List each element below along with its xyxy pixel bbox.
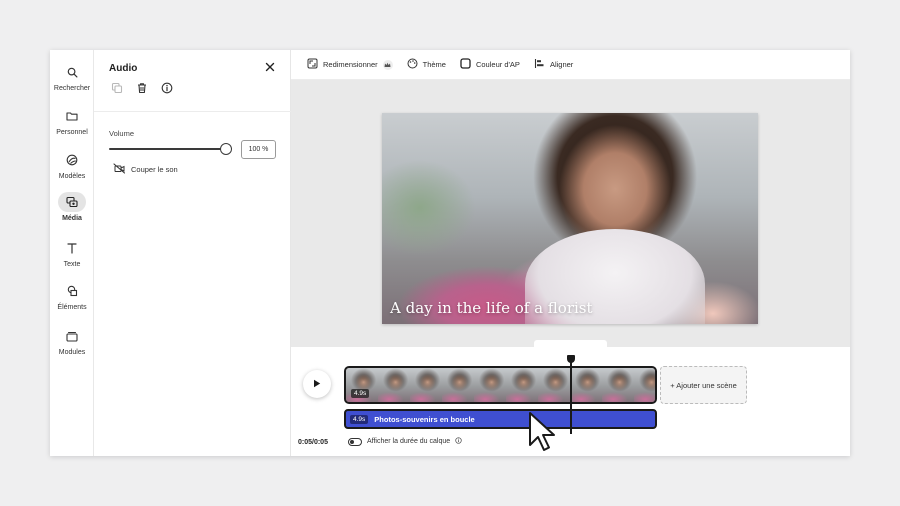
volume-slider-thumb[interactable] [220,143,232,155]
play-button[interactable] [303,370,331,398]
scene-photo[interactable]: A day in the life of a florist [382,113,758,324]
volume-label: Volume [109,129,135,138]
mouse-cursor-icon [529,412,555,451]
mute-icon [113,163,126,176]
track-thumbnail [602,368,634,402]
left-rail: Rechercher Personnel Modèles Média Texte [50,50,94,456]
rail-item-label: Média [62,215,82,222]
brand-color-label: Couleur d'AP [475,60,520,69]
volume-value-field[interactable]: 100 % [241,140,276,159]
shapes-icon [58,281,86,301]
track-thumbnail [410,368,442,402]
mute-label: Couper le son [131,165,178,174]
rail-item-search[interactable]: Rechercher [50,62,94,102]
video-track[interactable]: 4.9s [344,366,657,404]
align-label: Aligner [549,60,574,69]
layer-duration-toggle-row[interactable]: Afficher la durée du calque [348,437,462,446]
duplicate-icon[interactable] [110,81,124,95]
theme-button[interactable]: Thème [407,58,446,71]
align-icon [534,58,545,71]
track-thumbnail [378,368,410,402]
mute-button[interactable]: Couper le son [113,163,178,176]
rail-item-label: Modèles [58,173,86,180]
rail-item-label: Personnel [56,129,88,136]
scene-caption[interactable]: A day in the life of a florist [390,299,593,317]
rail-item-personal[interactable]: Personnel [50,106,94,146]
playhead-handle[interactable] [567,355,575,363]
rail-item-label: Rechercher [53,85,91,92]
video-duration-badge: 4.9s [351,389,370,398]
panel-title: Audio [109,63,138,74]
design-canvas: A day in the life of a florist [291,80,850,353]
layer-duration-label: Afficher la durée du calque [367,438,451,445]
top-toolbar: Redimensionner Thème Couleur d'AP Aligne… [291,50,850,80]
audio-duration-badge: 4.9s [350,414,369,424]
palette-icon [407,58,418,71]
time-display: 0:05/0:05 [298,439,328,446]
rail-item-label: Modules [58,349,86,356]
audio-panel: Audio Volume 100 % Couper le son [94,50,291,456]
search-icon [58,62,86,82]
volume-slider-track[interactable] [109,148,227,150]
crown-icon [382,59,393,70]
rail-item-media[interactable]: Média [50,192,94,232]
rail-item-modules[interactable]: Modules [50,326,94,366]
rail-item-elements[interactable]: Éléments [50,281,94,321]
track-thumbnail [538,368,570,402]
align-button[interactable]: Aligner [534,58,573,71]
playhead-line[interactable] [570,358,572,434]
rail-item-templates[interactable]: Modèles [50,150,94,190]
text-icon [58,238,86,258]
panel-tools [110,81,174,95]
templates-icon [58,150,86,170]
panel-divider [94,111,291,112]
timeline: 4.9s 4.9s Photos-souvenirs en boucle + A… [291,347,850,456]
track-thumbnail [506,368,538,402]
play-icon [313,375,321,393]
track-thumbnail [570,368,602,402]
brand-color-button[interactable]: Couleur d'AP [460,58,520,71]
media-icon [58,192,86,212]
trash-icon[interactable] [135,81,149,95]
layer-duration-toggle[interactable] [348,437,362,446]
add-scene-button[interactable]: + Ajouter une scène [660,366,747,404]
info-icon[interactable] [160,81,174,95]
theme-label: Thème [422,60,446,69]
track-thumbnail [474,368,506,402]
resize-button[interactable]: Redimensionner [307,58,393,71]
rail-item-text[interactable]: Texte [50,238,94,278]
audio-track-label: Photos-souvenirs en boucle [374,414,475,424]
track-thumbnail [442,368,474,402]
resize-label: Redimensionner [323,60,378,69]
track-thumbnail [634,368,655,402]
rail-item-label: Éléments [57,304,87,311]
folder-icon [58,106,86,126]
color-swatch-icon [460,58,471,71]
audio-track[interactable]: 4.9s Photos-souvenirs en boucle [344,409,657,429]
modules-icon [58,326,86,346]
rail-item-label: Texte [63,261,81,268]
resize-icon [307,58,318,71]
info-icon[interactable] [455,437,462,446]
app-window: Rechercher Personnel Modèles Média Texte [50,50,850,456]
close-icon[interactable] [264,60,276,72]
